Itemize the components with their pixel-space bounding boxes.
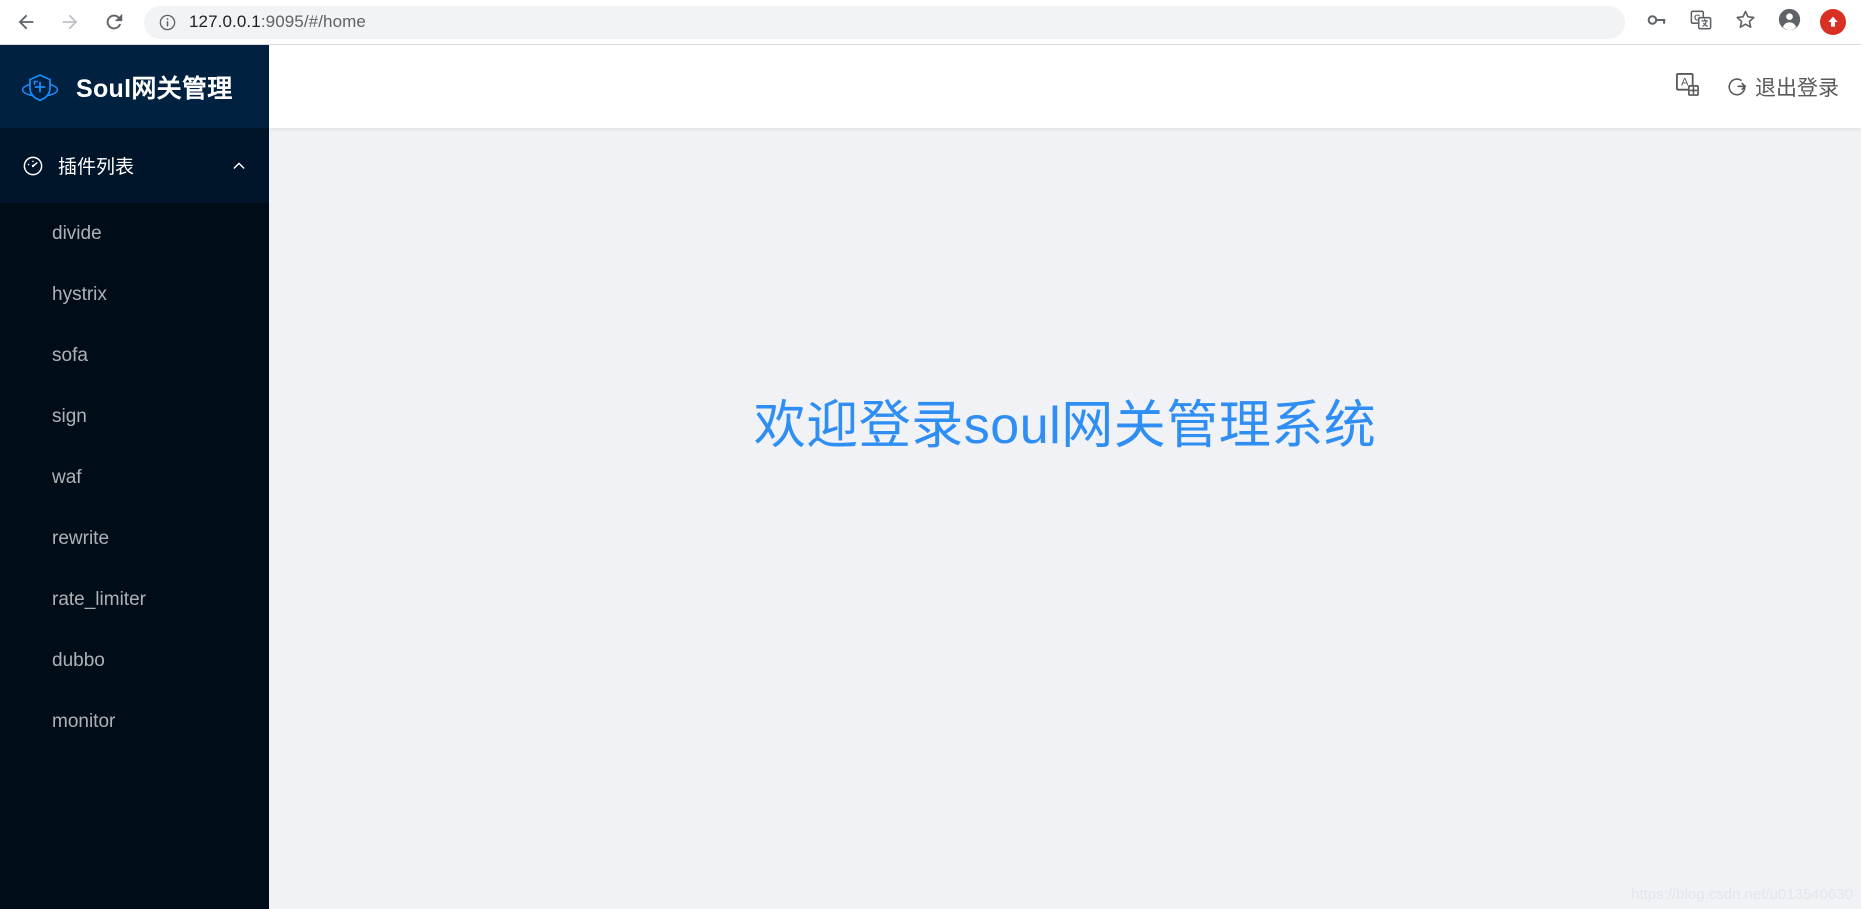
language-switch-button[interactable]: A	[1670, 70, 1704, 104]
sidebar-item-label: sign	[52, 405, 87, 427]
url-rest: :9095/#/home	[260, 12, 366, 31]
sidebar-item-label: waf	[52, 466, 82, 488]
sidebar-item-waf[interactable]: waf	[0, 447, 269, 508]
sidebar-item-sign[interactable]: sign	[0, 386, 269, 447]
back-arrow-icon	[15, 11, 37, 33]
sidebar-logo-area[interactable]: Soul网关管理	[0, 45, 269, 128]
site-information-icon[interactable]	[158, 13, 177, 32]
sidebar-item-label: rate_limiter	[52, 588, 146, 610]
browser-toolbar: 127.0.0.1:9095/#/home G	[0, 0, 1861, 45]
dashboard-icon	[22, 155, 44, 177]
sidebar-item-label: rewrite	[52, 527, 110, 549]
logout-button[interactable]: 退出登录	[1726, 72, 1839, 102]
sidebar-item-dubbo[interactable]: dubbo	[0, 630, 269, 691]
translate-button[interactable]: G	[1679, 0, 1723, 44]
reload-button[interactable]	[92, 0, 136, 44]
watermark-text: https://blog.csdn.net/u013540630	[1631, 886, 1853, 903]
browser-action-icons: G	[1635, 0, 1861, 44]
sidebar-item-label: sofa	[52, 344, 88, 366]
main-column: A 退出登录 欢迎登录soul网关管理系统 https://blog.csdn.…	[269, 45, 1861, 909]
back-button[interactable]	[4, 0, 48, 44]
chevron-up-icon[interactable]	[231, 158, 247, 174]
update-arrow-icon	[1820, 9, 1846, 35]
sidebar-item-label: dubbo	[52, 649, 105, 671]
content-area: 欢迎登录soul网关管理系统 https://blog.csdn.net/u01…	[269, 128, 1861, 909]
password-manager-button[interactable]	[1635, 0, 1679, 44]
forward-arrow-icon	[59, 11, 81, 33]
app-title: Soul网关管理	[76, 74, 233, 103]
star-icon	[1734, 8, 1757, 36]
url-host: 127.0.0.1	[189, 12, 261, 31]
bookmark-button[interactable]	[1723, 0, 1767, 44]
sidebar-item-label: monitor	[52, 710, 116, 732]
address-bar[interactable]: 127.0.0.1:9095/#/home	[144, 5, 1625, 39]
sidebar-item-label: divide	[52, 222, 102, 244]
sidebar: Soul网关管理 插件列表 divide hystrix sofa sign w…	[0, 45, 269, 909]
profile-button[interactable]	[1767, 0, 1811, 44]
profile-avatar-icon	[1777, 7, 1802, 37]
app-shell: Soul网关管理 插件列表 divide hystrix sofa sign w…	[0, 45, 1861, 909]
sidebar-item-rate-limiter[interactable]: rate_limiter	[0, 569, 269, 630]
reload-icon	[103, 11, 125, 33]
sidebar-item-hystrix[interactable]: hystrix	[0, 264, 269, 325]
browser-update-button[interactable]	[1811, 0, 1855, 44]
soul-shield-logo-icon	[18, 65, 62, 109]
sidebar-group-plugin-list[interactable]: 插件列表	[0, 128, 269, 203]
svg-text:A: A	[1681, 76, 1689, 88]
key-icon	[1646, 9, 1668, 36]
sidebar-item-rewrite[interactable]: rewrite	[0, 508, 269, 569]
url-text: 127.0.0.1:9095/#/home	[189, 12, 366, 32]
sidebar-item-divide[interactable]: divide	[0, 203, 269, 264]
logout-icon	[1726, 76, 1748, 98]
top-header: A 退出登录	[269, 45, 1861, 128]
sidebar-item-sofa[interactable]: sofa	[0, 325, 269, 386]
forward-button[interactable]	[48, 0, 92, 44]
sidebar-group-label: 插件列表	[58, 157, 135, 178]
sidebar-item-monitor[interactable]: monitor	[0, 691, 269, 752]
logout-label: 退出登录	[1755, 76, 1839, 100]
sidebar-item-label: hystrix	[52, 283, 107, 305]
sidebar-submenu: divide hystrix sofa sign waf rewrite rat…	[0, 203, 269, 909]
browser-nav-buttons	[0, 0, 136, 44]
google-translate-icon: G	[1690, 9, 1712, 36]
language-switch-icon: A	[1674, 71, 1701, 103]
welcome-message: 欢迎登录soul网关管理系统	[753, 397, 1377, 455]
